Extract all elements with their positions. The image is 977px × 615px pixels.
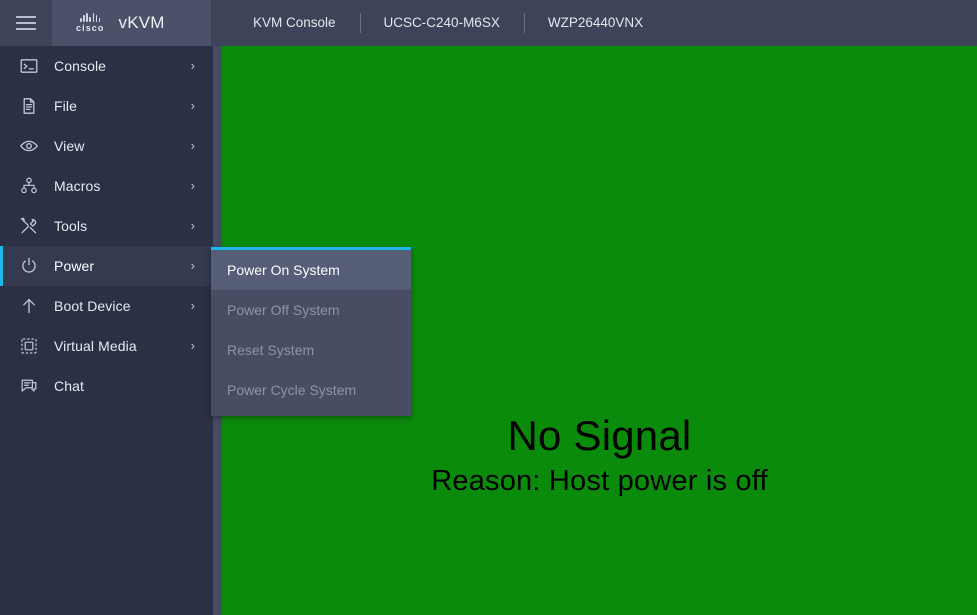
- product-title: vKVM: [118, 13, 165, 32]
- submenu-item-power-cycle-system: Power Cycle System: [227, 382, 357, 398]
- vkvm-app-window: cisco vKVM KVM Console UCSC-C240-M6SX WZ…: [0, 0, 977, 615]
- chevron-right-icon: ›: [190, 58, 195, 73]
- virtual-media-icon: [18, 335, 40, 357]
- arrow-up-icon: [18, 295, 40, 317]
- sidebar-item-label: Macros: [54, 178, 101, 194]
- eye-icon: [18, 135, 40, 157]
- tools-icon: [18, 215, 40, 237]
- hamburger-icon: [16, 16, 36, 30]
- active-accent-bar: [0, 326, 3, 366]
- sidebar-item-label: Boot Device: [54, 298, 131, 314]
- sidebar-item-label: View: [54, 138, 85, 154]
- active-accent-bar: [0, 206, 3, 246]
- cisco-logo-icon: cisco: [76, 13, 105, 33]
- sidebar-item-label: Virtual Media: [54, 338, 137, 354]
- sidebar-item-label: Power: [54, 258, 95, 274]
- chat-bubble-icon: [18, 375, 40, 397]
- sidebar-item-label: Console: [54, 58, 107, 74]
- active-accent-bar: [0, 86, 3, 126]
- active-accent-bar: [0, 46, 3, 86]
- submenu-item-power-off-system: Power Off System: [227, 302, 340, 318]
- sidebar-item-view[interactable]: View ›: [0, 126, 213, 166]
- sidebar-item-boot-device[interactable]: Boot Device ›: [0, 286, 213, 326]
- main-sidebar-menu: Console › File › View › Macros › Tools ›…: [0, 46, 213, 615]
- chevron-right-icon: ›: [190, 258, 195, 273]
- sidebar-item-macros[interactable]: Macros ›: [0, 166, 213, 206]
- sidebar-item-label: Chat: [54, 378, 84, 394]
- power-icon: [18, 255, 40, 277]
- sidebar-item-chat[interactable]: Chat: [0, 366, 213, 406]
- document-icon: [18, 95, 40, 117]
- chevron-right-icon: ›: [190, 98, 195, 113]
- sidebar-item-file[interactable]: File ›: [0, 86, 213, 126]
- sidebar-item-label: Tools: [54, 218, 88, 234]
- sidebar-item-tools[interactable]: Tools ›: [0, 206, 213, 246]
- app-header: cisco vKVM KVM Console UCSC-C240-M6SX WZ…: [0, 0, 977, 46]
- chevron-right-icon: ›: [190, 218, 195, 233]
- cisco-wordmark: cisco: [76, 23, 105, 33]
- brand-block: cisco vKVM: [52, 0, 211, 46]
- menu-toggle-button[interactable]: [0, 0, 52, 46]
- sidebar-item-label: File: [54, 98, 77, 114]
- no-signal-reason: Reason: Host power is off: [431, 465, 768, 497]
- header-tabs: KVM Console UCSC-C240-M6SX WZP26440VNX: [211, 0, 667, 46]
- chevron-right-icon: ›: [190, 338, 195, 353]
- terminal-icon: [18, 55, 40, 77]
- sidebar-item-virtual-media[interactable]: Virtual Media ›: [0, 326, 213, 366]
- submenu-item-reset-system: Reset System: [227, 342, 315, 358]
- active-accent-bar: [0, 286, 3, 326]
- active-accent-bar: [0, 166, 3, 206]
- chevron-right-icon: ›: [190, 178, 195, 193]
- no-signal-message: No Signal Reason: Host power is off: [222, 412, 977, 498]
- active-accent-bar: [0, 126, 3, 166]
- sidebar-item-console[interactable]: Console ›: [0, 46, 213, 86]
- submenu-item-power-on-system[interactable]: Power On System: [211, 250, 411, 290]
- tab-server-serial[interactable]: WZP26440VNX: [523, 0, 667, 46]
- power-submenu-panel: Power On System Power Off System Reset S…: [211, 247, 411, 416]
- tab-server-model[interactable]: UCSC-C240-M6SX: [359, 0, 524, 46]
- tab-kvm-console[interactable]: KVM Console: [229, 0, 360, 46]
- active-accent-bar: [0, 246, 3, 286]
- sidebar-item-power[interactable]: Power ›: [0, 246, 213, 286]
- no-signal-title: No Signal: [507, 412, 692, 459]
- chevron-right-icon: ›: [190, 138, 195, 153]
- chevron-right-icon: ›: [190, 298, 195, 313]
- sitemap-icon: [18, 175, 40, 197]
- active-accent-bar: [0, 366, 3, 406]
